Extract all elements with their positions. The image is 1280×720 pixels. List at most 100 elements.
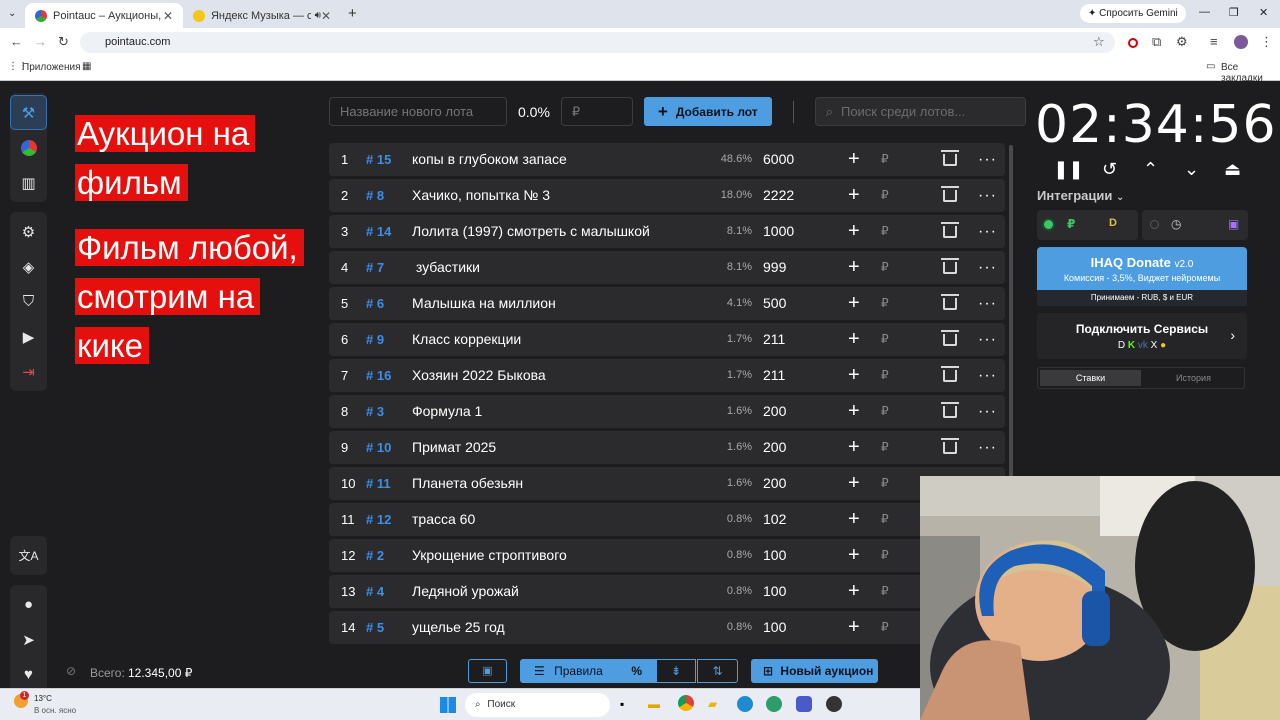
sidebar-item-auction[interactable]: ⚒: [10, 95, 47, 130]
ruble-icon[interactable]: ₽: [881, 287, 889, 320]
lot-name[interactable]: Хозяин 2022 Быкова: [412, 359, 546, 392]
tab-yandex-music[interactable]: Яндекс Музыка — собирае 🔊︎ ✕: [183, 3, 341, 28]
lot-name[interactable]: Малышка на миллион: [412, 287, 556, 320]
sidebar-item-language[interactable]: 文A: [10, 538, 47, 573]
forward-icon[interactable]: →: [34, 34, 47, 49]
puzzle-icon[interactable]: ⚙: [1176, 34, 1188, 50]
lot-name[interactable]: Хачико, попытка № 3: [412, 179, 550, 212]
lot-row[interactable]: 12# 2Укрощение строптивого0.8%100+₽···: [329, 539, 1005, 572]
tab-search-icon[interactable]: ⌄: [8, 8, 16, 19]
ruble-icon[interactable]: ₽: [881, 215, 889, 248]
sidebar-item-video[interactable]: ▶: [10, 319, 47, 354]
back-icon[interactable]: ←: [10, 34, 23, 49]
lot-row[interactable]: 13# 4Ледяной урожай0.8%100+₽···: [329, 575, 1005, 608]
add-bid-icon[interactable]: +: [848, 467, 860, 500]
opera-extension-icon[interactable]: [1128, 38, 1138, 48]
add-bid-icon[interactable]: +: [848, 539, 860, 572]
close-tab-icon[interactable]: ✕: [321, 9, 331, 23]
more-icon[interactable]: ···: [978, 287, 997, 320]
lot-row[interactable]: 9 # 10 Примат 2025 1.6% 200 + ₽ ···: [329, 431, 1005, 464]
lot-row[interactable]: 5 # 6 Малышка на миллион 4.1% 500 + ₽ ···: [329, 287, 1005, 320]
ruble-icon[interactable]: ₽: [881, 611, 889, 644]
sidebar-item-telegram[interactable]: ➤: [10, 622, 47, 657]
lot-amount[interactable]: 100: [763, 539, 786, 572]
ruble-icon[interactable]: ₽: [881, 431, 889, 464]
ruble-icon[interactable]: ₽: [881, 395, 889, 428]
sidebar-item-logout[interactable]: ⇥: [10, 354, 47, 389]
file-explorer-icon[interactable]: ▬: [648, 697, 660, 711]
ruble-icon[interactable]: ₽: [881, 143, 889, 176]
lot-row[interactable]: 2 # 8 Хачико, попытка № 3 18.0% 2222 + ₽ ···: [329, 179, 1005, 212]
lot-amount[interactable]: 102: [763, 503, 786, 536]
trash-icon[interactable]: [941, 438, 959, 454]
tab-bids[interactable]: Ставки: [1040, 370, 1141, 386]
chevron-down-icon[interactable]: ⌄: [1171, 159, 1212, 180]
lot-row[interactable]: 10# 11Планета обезьян1.6%200+₽···: [329, 467, 1005, 500]
add-lot-button[interactable]: + Добавить лот: [643, 97, 772, 126]
lot-amount[interactable]: 211: [763, 359, 785, 392]
add-bid-icon[interactable]: +: [848, 251, 860, 284]
add-bid-icon[interactable]: +: [848, 215, 860, 248]
ruble-icon[interactable]: ₽: [881, 359, 889, 392]
lot-amount[interactable]: 100: [763, 611, 786, 644]
lot-name[interactable]: Лолита (1997) смотреть с малышкой: [412, 215, 650, 248]
lot-name[interactable]: копы в глубоком запасе: [412, 143, 567, 176]
sidebar-item-stats[interactable]: ▥: [10, 165, 47, 200]
trash-icon[interactable]: [941, 330, 959, 346]
media-icon[interactable]: ≡: [1210, 34, 1218, 49]
lot-name[interactable]: ущелье 25 год: [412, 611, 505, 644]
lot-row[interactable]: 8 # 3 Формула 1 1.6% 200 + ₽ ···: [329, 395, 1005, 428]
ruble-icon[interactable]: ₽: [881, 467, 889, 500]
lot-amount[interactable]: 200: [763, 467, 786, 500]
task-view-icon[interactable]: ▪: [620, 697, 624, 711]
more-icon[interactable]: ···: [978, 143, 997, 176]
more-icon[interactable]: ···: [978, 215, 997, 248]
bookmark-apps[interactable]: Приложения: [22, 62, 81, 73]
app-icon-1[interactable]: [766, 696, 782, 712]
ihaq-donate-banner[interactable]: IHAQ Donate v2.0 Комиссия - 3,5%, Виджет…: [1037, 247, 1247, 306]
bookmark-star-icon[interactable]: ☆: [1093, 34, 1105, 50]
ruble-icon[interactable]: ₽: [881, 503, 889, 536]
edge-icon[interactable]: [737, 696, 753, 712]
trash-icon[interactable]: [941, 222, 959, 238]
rules-button[interactable]: ☰ Правила%: [520, 659, 656, 683]
gemini-button[interactable]: ✦ Спросить Gemini: [1080, 4, 1186, 23]
lot-amount[interactable]: 2222: [763, 179, 794, 212]
add-bid-icon[interactable]: +: [848, 503, 860, 536]
more-icon[interactable]: ···: [978, 359, 997, 392]
chevron-up-icon[interactable]: ⌃: [1130, 159, 1171, 180]
more-icon[interactable]: ···: [978, 395, 997, 428]
maximize-button[interactable]: ❐: [1229, 6, 1239, 19]
chrome-icon[interactable]: [674, 691, 698, 715]
trash-icon[interactable]: [941, 366, 959, 382]
ruble-icon[interactable]: ₽: [881, 575, 889, 608]
more-icon[interactable]: ···: [978, 431, 997, 464]
amount-input[interactable]: [560, 97, 633, 126]
tab-pointauc[interactable]: Pointauc – Аукционы, лотерея ✕: [25, 3, 183, 28]
more-icon[interactable]: ···: [978, 179, 997, 212]
lot-row[interactable]: 4 # 7 зубастики 8.1% 999 + ₽ ···: [329, 251, 1005, 284]
add-bid-icon[interactable]: +: [848, 143, 860, 176]
add-bid-icon[interactable]: +: [848, 431, 860, 464]
sort-button[interactable]: ⇅: [697, 659, 738, 683]
new-tab-button[interactable]: +: [348, 5, 357, 22]
lot-name[interactable]: Формула 1: [412, 395, 482, 428]
lot-name[interactable]: Класс коррекции: [412, 323, 521, 356]
lot-row[interactable]: 6 # 9 Класс коррекции 1.7% 211 + ₽ ···: [329, 323, 1005, 356]
sidebar-item-layers[interactable]: ◈: [10, 249, 47, 284]
lot-amount[interactable]: 100: [763, 575, 786, 608]
close-window-button[interactable]: ✕: [1259, 6, 1268, 19]
add-bid-icon[interactable]: +: [848, 575, 860, 608]
add-bid-icon[interactable]: +: [848, 359, 860, 392]
reload-icon[interactable]: ↻: [58, 34, 69, 50]
integrations-header[interactable]: Интеграции ⌄: [1037, 188, 1124, 203]
lot-amount[interactable]: 211: [763, 323, 785, 356]
sidebar-item-security[interactable]: ⛉: [10, 284, 47, 319]
ruble-icon[interactable]: ₽: [881, 539, 889, 572]
add-bid-icon[interactable]: +: [848, 323, 860, 356]
new-auction-button[interactable]: ⊞ Новый аукцион: [751, 659, 878, 683]
lot-name[interactable]: Планета обезьян: [412, 467, 523, 500]
lot-name[interactable]: трасса 60: [412, 503, 475, 536]
lot-row[interactable]: 11# 12трасса 600.8%102+₽···: [329, 503, 1005, 536]
ruble-icon[interactable]: ₽: [881, 179, 889, 212]
